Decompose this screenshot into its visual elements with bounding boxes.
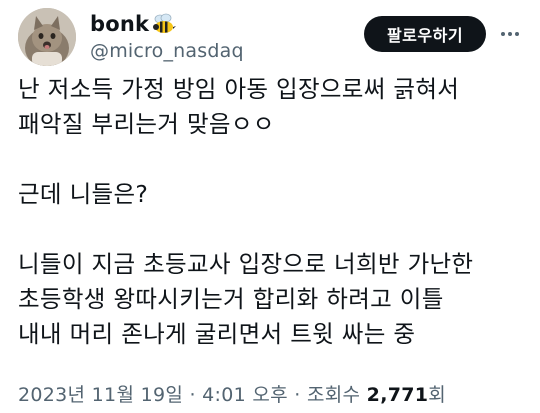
tweet-line: 패악질 부리는거 맞음ㅇㅇ: [18, 110, 275, 138]
tweet-line: 내내 머리 존나게 굴리면서 트윗 싸는 중: [18, 320, 416, 348]
tweet-line: 초등학생 왕따시키는거 합리화 하려고 이틀: [18, 285, 444, 313]
avatar[interactable]: [18, 8, 76, 66]
tweet-text: 난 저소득 가정 방임 아동 입장으로써 긁혀서 패악질 부리는거 맞음ㅇㅇ 근…: [18, 72, 528, 352]
follow-button[interactable]: 팔로우하기: [364, 16, 486, 52]
tweet-line-break: [18, 212, 528, 247]
meta-separator: ·: [287, 384, 307, 406]
tweet-header: bonk @micro_nasdaq 팔로우하기: [18, 8, 522, 72]
views-suffix: 회: [428, 384, 447, 406]
user-handle[interactable]: @micro_nasdaq: [90, 40, 244, 62]
views-label: 조회수: [306, 384, 367, 406]
tweet-line: 난 저소득 가정 방임 아동 입장으로써 긁혀서: [18, 75, 460, 103]
tweet-line: 근데 니들은?: [18, 180, 149, 208]
three-dots-icon[interactable]: [498, 22, 522, 46]
tweet-line-break: [18, 142, 528, 177]
tweet-time[interactable]: 4:01 오후: [202, 384, 288, 406]
views-count[interactable]: 2,771: [367, 384, 429, 406]
display-name[interactable]: bonk: [90, 10, 244, 38]
bee-icon: [151, 13, 177, 35]
user-block: bonk @micro_nasdaq: [90, 10, 244, 62]
cat-photo-avatar: [18, 8, 76, 66]
display-name-text[interactable]: bonk: [90, 12, 149, 36]
tweet-line: 니들이 지금 초등교사 입장으로 너희반 가난한: [18, 250, 474, 278]
meta-separator: ·: [183, 384, 203, 406]
tweet-date[interactable]: 2023년 11월 19일: [18, 384, 183, 406]
tweet-metadata: 2023년 11월 19일 · 4:01 오후 · 조회수 2,771회: [18, 380, 446, 407]
